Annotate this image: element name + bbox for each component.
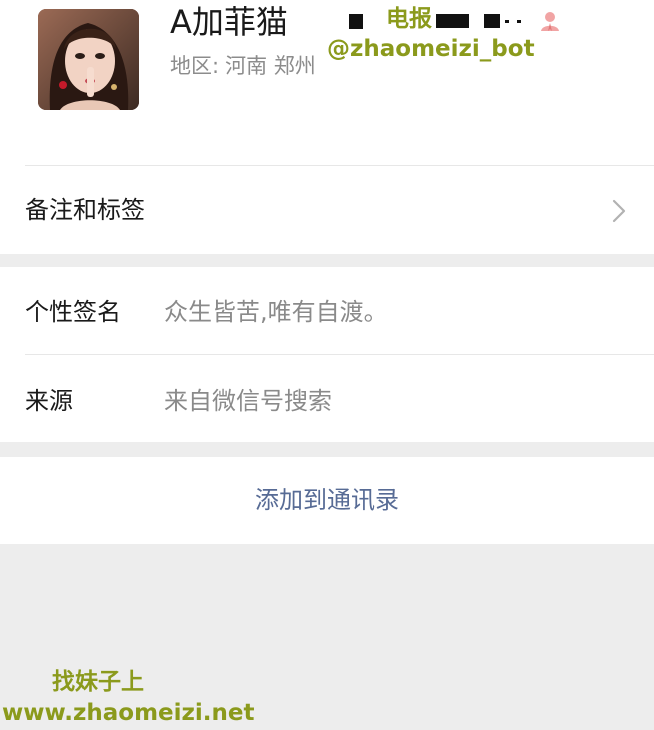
add-contact-card: 添加到通讯录 [0,457,654,544]
avatar-photo [38,9,139,110]
redacted-mark [484,14,500,28]
avatar[interactable] [38,9,139,110]
redacted-mark [349,14,363,29]
details-divider [25,354,654,355]
details-card: 个性签名 众生皆苦,唯有自渡。 来源 来自微信号搜索 [0,267,654,442]
source-value: 来自微信号搜索 [164,387,332,415]
watermark-site: www.zhaomeizi.net [2,700,255,726]
user-badge-icon [541,12,559,31]
redacted-mark [505,20,509,23]
signature-label: 个性签名 [25,298,121,326]
watermark-handle: @zhaomeizi_bot [327,36,535,62]
region-value: 河南 郑州 [225,54,316,78]
redacted-mark [436,14,469,28]
watermark-site-cn: 找妹子上 [52,669,144,695]
remarks-and-tags-label[interactable]: 备注和标签 [25,194,145,226]
watermark-telegram: 电报 [386,6,432,32]
signature-value: 众生皆苦,唯有自渡。 [164,298,388,326]
add-to-contacts-button[interactable]: 添加到通讯录 [0,457,654,544]
region-info: 地区: 河南 郑州 [170,52,316,80]
chevron-right-icon[interactable] [611,198,627,224]
profile-divider [25,165,654,166]
redacted-mark [517,20,521,23]
region-label: 地区: [170,54,220,78]
profile-header: A加菲猫 电报 @zhaomeizi_bot 地区: 河南 郑州 备注和标签 [0,0,654,254]
source-label: 来源 [25,387,73,415]
contact-name: A加菲猫 [170,3,288,41]
contact-profile-page: A加菲猫 电报 @zhaomeizi_bot 地区: 河南 郑州 备注和标签 个性… [0,0,654,730]
